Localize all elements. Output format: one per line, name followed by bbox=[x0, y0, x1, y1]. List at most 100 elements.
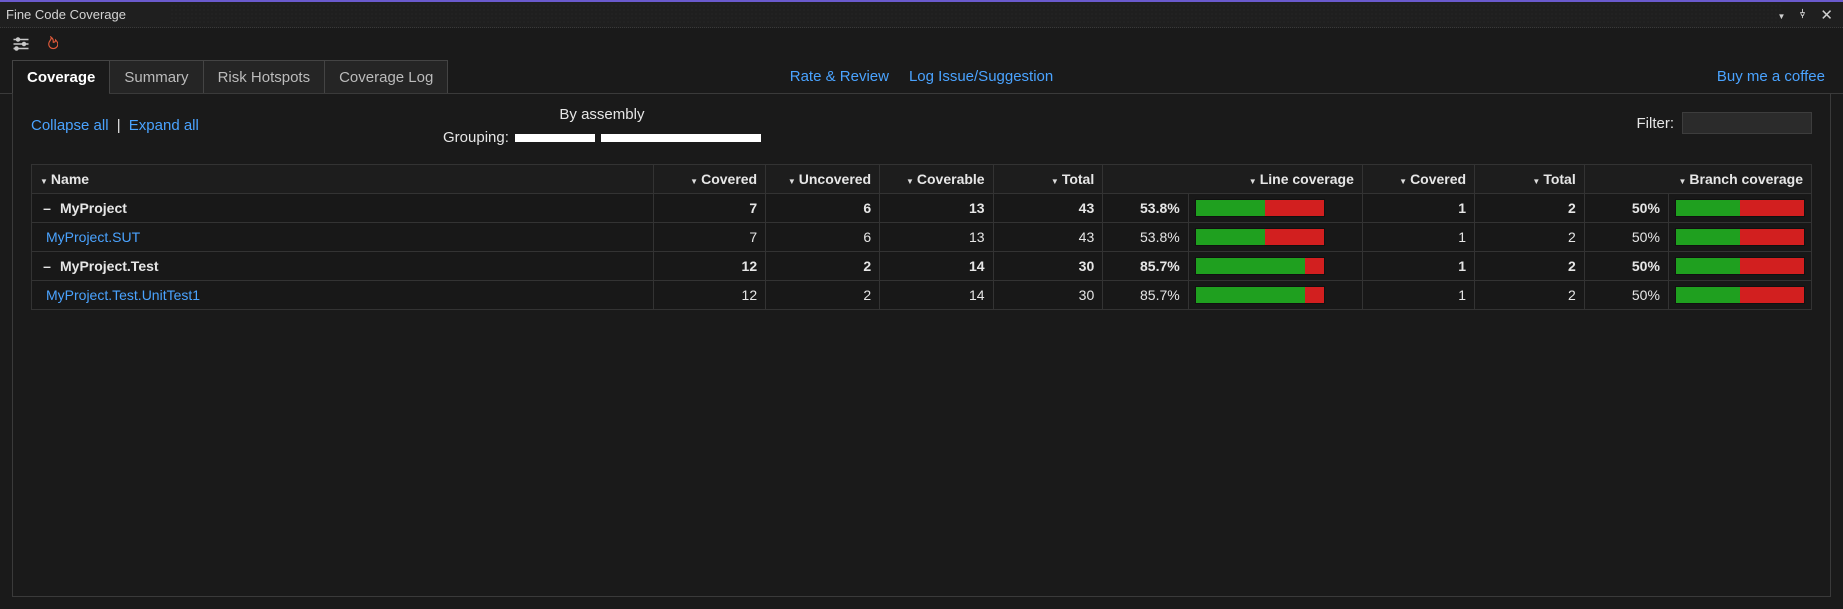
tab-coverage[interactable]: Coverage bbox=[13, 61, 110, 93]
cell-line-pct: 85.7% bbox=[1103, 281, 1188, 310]
window-options-dropdown-icon[interactable] bbox=[1778, 7, 1786, 22]
cell-line-bar bbox=[1188, 194, 1362, 223]
coverage-bar bbox=[1195, 228, 1325, 246]
col-branch-covered[interactable]: ▼Covered bbox=[1362, 165, 1474, 194]
coverage-bar-covered bbox=[1676, 200, 1740, 216]
col-uncovered[interactable]: ▼Uncovered bbox=[766, 165, 880, 194]
expand-all-link[interactable]: Expand all bbox=[129, 117, 199, 134]
cell-branch-bar bbox=[1668, 223, 1811, 252]
assembly-name: MyProject.Test bbox=[60, 258, 159, 274]
coverage-bar bbox=[1195, 257, 1325, 275]
coverage-bar-covered bbox=[1196, 287, 1306, 303]
cell-line-bar bbox=[1188, 252, 1362, 281]
grouping-heading: By assembly bbox=[559, 106, 644, 123]
coverage-bar bbox=[1675, 257, 1805, 275]
assembly-name: MyProject bbox=[60, 200, 127, 216]
pin-icon[interactable] bbox=[1797, 7, 1808, 22]
rate-review-link[interactable]: Rate & Review bbox=[790, 68, 889, 85]
class-link[interactable]: MyProject.SUT bbox=[40, 229, 140, 245]
cell-total: 43 bbox=[993, 194, 1103, 223]
cell-branch-total: 2 bbox=[1475, 223, 1585, 252]
coverage-bar-covered bbox=[1676, 229, 1740, 245]
coverage-bar-uncovered bbox=[1740, 200, 1804, 216]
col-total[interactable]: ▼Total bbox=[993, 165, 1103, 194]
log-issue-link[interactable]: Log Issue/Suggestion bbox=[909, 68, 1053, 85]
col-line-coverage[interactable]: ▼Line coverage bbox=[1103, 165, 1363, 194]
sort-caret-icon: ▼ bbox=[40, 177, 48, 186]
coverage-bar bbox=[1675, 199, 1805, 217]
col-coverable[interactable]: ▼Coverable bbox=[880, 165, 993, 194]
slider-segment[interactable] bbox=[515, 134, 595, 142]
cell-uncovered: 6 bbox=[766, 223, 880, 252]
cell-branch-bar bbox=[1668, 281, 1811, 310]
cell-branch-bar bbox=[1668, 252, 1811, 281]
tab-risk-hotspots[interactable]: Risk Hotspots bbox=[204, 61, 326, 93]
flame-icon[interactable] bbox=[44, 36, 58, 52]
cell-branch-total: 2 bbox=[1475, 252, 1585, 281]
buy-coffee-link[interactable]: Buy me a coffee bbox=[1717, 68, 1825, 85]
cell-total: 30 bbox=[993, 252, 1103, 281]
sort-caret-icon: ▼ bbox=[1249, 177, 1257, 186]
cell-branch-covered: 1 bbox=[1362, 223, 1474, 252]
coverage-bar-uncovered bbox=[1740, 287, 1804, 303]
table-row-group: –MyProject76134353.8%1250% bbox=[32, 194, 1812, 223]
cell-total: 30 bbox=[993, 281, 1103, 310]
tab-label: Coverage bbox=[27, 69, 95, 86]
coverage-content: Collapse all | Expand all By assembly Gr… bbox=[12, 94, 1831, 597]
slider-segment[interactable] bbox=[601, 134, 761, 142]
table-header-row: ▼Name ▼Covered ▼Uncovered ▼Coverable ▼To… bbox=[32, 165, 1812, 194]
coverage-bar-covered bbox=[1676, 287, 1740, 303]
titlebar-grip[interactable] bbox=[170, 4, 1783, 25]
coverage-bar-covered bbox=[1196, 258, 1306, 274]
collapse-toggle-icon[interactable]: – bbox=[40, 200, 54, 216]
sort-caret-icon: ▼ bbox=[1399, 177, 1407, 186]
cell-branch-pct: 50% bbox=[1584, 194, 1668, 223]
tab-summary[interactable]: Summary bbox=[110, 61, 203, 93]
sort-caret-icon: ▼ bbox=[906, 177, 914, 186]
coverage-bar-uncovered bbox=[1265, 229, 1324, 245]
coverage-bar-covered bbox=[1196, 229, 1265, 245]
sort-caret-icon: ▼ bbox=[1678, 177, 1686, 186]
collapse-all-link[interactable]: Collapse all bbox=[31, 117, 109, 134]
toolbar bbox=[0, 28, 1843, 60]
cell-uncovered: 2 bbox=[766, 281, 880, 310]
col-covered[interactable]: ▼Covered bbox=[653, 165, 765, 194]
cell-line-pct: 53.8% bbox=[1103, 194, 1188, 223]
coverage-bar-covered bbox=[1196, 200, 1265, 216]
grouping-slider[interactable] bbox=[515, 134, 761, 142]
col-branch-coverage[interactable]: ▼Branch coverage bbox=[1584, 165, 1811, 194]
cell-coverable: 14 bbox=[880, 281, 993, 310]
cell-branch-covered: 1 bbox=[1362, 252, 1474, 281]
cell-covered: 12 bbox=[653, 252, 765, 281]
cell-branch-pct: 50% bbox=[1584, 223, 1668, 252]
sort-caret-icon: ▼ bbox=[1532, 177, 1540, 186]
coverage-bar-uncovered bbox=[1265, 200, 1324, 216]
cell-coverable: 13 bbox=[880, 194, 993, 223]
cell-covered: 7 bbox=[653, 194, 765, 223]
cell-name: –MyProject bbox=[32, 194, 654, 223]
filter-input[interactable] bbox=[1682, 112, 1812, 134]
cell-coverable: 14 bbox=[880, 252, 993, 281]
tab-bar: Coverage Summary Risk Hotspots Coverage … bbox=[0, 60, 1843, 94]
col-name[interactable]: ▼Name bbox=[32, 165, 654, 194]
table-row-group: –MyProject.Test122143085.7%1250% bbox=[32, 252, 1812, 281]
tab-coverage-log[interactable]: Coverage Log bbox=[325, 61, 447, 93]
col-branch-total[interactable]: ▼Total bbox=[1475, 165, 1585, 194]
sort-caret-icon: ▼ bbox=[690, 177, 698, 186]
coverage-bar-uncovered bbox=[1740, 258, 1804, 274]
coverage-bar-uncovered bbox=[1740, 229, 1804, 245]
class-link[interactable]: MyProject.Test.UnitTest1 bbox=[40, 287, 200, 303]
cell-uncovered: 6 bbox=[766, 194, 880, 223]
filter-label: Filter: bbox=[1637, 115, 1675, 132]
cell-branch-pct: 50% bbox=[1584, 281, 1668, 310]
filter-settings-icon[interactable] bbox=[12, 37, 30, 51]
cell-name: MyProject.Test.UnitTest1 bbox=[32, 281, 654, 310]
table-row-child: MyProject.SUT76134353.8%1250% bbox=[32, 223, 1812, 252]
table-row-child: MyProject.Test.UnitTest1122143085.7%1250… bbox=[32, 281, 1812, 310]
collapse-toggle-icon[interactable]: – bbox=[40, 258, 54, 274]
cell-covered: 7 bbox=[653, 223, 765, 252]
close-icon[interactable]: ✕ bbox=[1820, 6, 1833, 24]
cell-line-bar bbox=[1188, 223, 1362, 252]
cell-line-bar bbox=[1188, 281, 1362, 310]
grouping-label: Grouping: bbox=[443, 129, 509, 146]
